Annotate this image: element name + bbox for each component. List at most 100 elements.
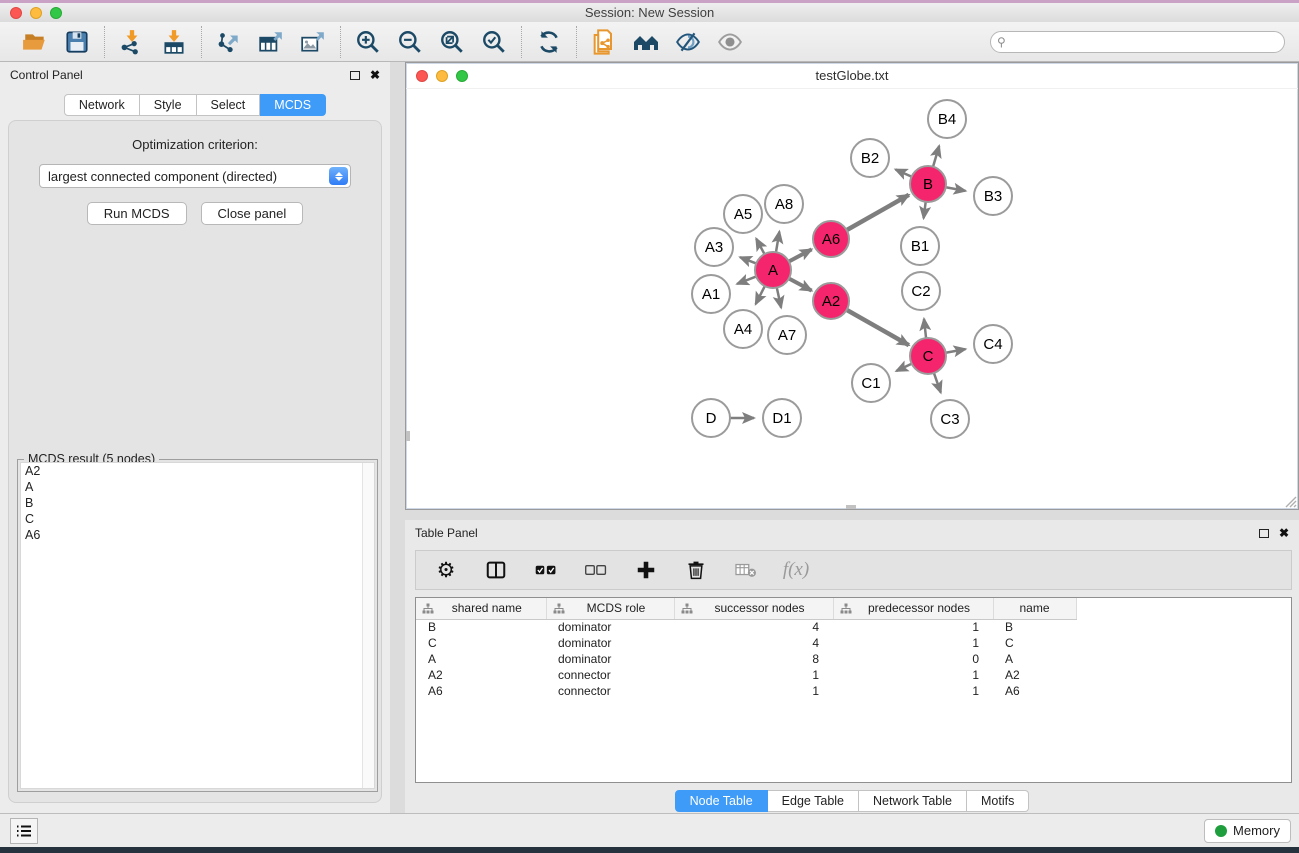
node-table[interactable]: shared nameMCDS rolesuccessor nodesprede… xyxy=(415,597,1292,783)
graph-node-C2[interactable]: C2 xyxy=(902,272,940,310)
hide-panel-handle[interactable] xyxy=(406,431,410,441)
graph-node-C1[interactable]: C1 xyxy=(852,364,890,402)
table-cell: dominator xyxy=(546,651,674,667)
deselect-all-checkboxes-icon[interactable] xyxy=(584,558,608,582)
tab-node-table[interactable]: Node Table xyxy=(675,790,768,812)
zoom-in-icon[interactable] xyxy=(354,28,382,56)
export-table-icon[interactable] xyxy=(257,28,285,56)
table-row[interactable]: Cdominator41C xyxy=(416,635,1291,651)
graph-node-C4[interactable]: C4 xyxy=(974,325,1012,363)
graph-node-C[interactable]: C xyxy=(910,338,946,374)
ndex-home-icon[interactable] xyxy=(632,28,660,56)
run-mcds-button[interactable]: Run MCDS xyxy=(87,202,187,225)
svg-text:D1: D1 xyxy=(772,410,791,427)
zoom-fit-icon[interactable] xyxy=(438,28,466,56)
close-panel-icon[interactable]: ✖ xyxy=(370,69,380,81)
criterion-dropdown[interactable]: largest connected component (directed) xyxy=(39,164,351,188)
hide-panel-handle[interactable] xyxy=(846,505,856,509)
column-view-icon[interactable] xyxy=(484,558,508,582)
table-row[interactable]: Bdominator41B xyxy=(416,619,1291,635)
memory-button[interactable]: Memory xyxy=(1204,819,1291,843)
import-network-icon[interactable] xyxy=(118,28,146,56)
column-header-predecessor-nodes[interactable]: predecessor nodes xyxy=(833,598,993,619)
toggle-graphics-details-icon[interactable] xyxy=(674,28,702,56)
graph-node-A5[interactable]: A5 xyxy=(724,195,762,233)
column-header-MCDS-role[interactable]: MCDS role xyxy=(546,598,674,619)
svg-text:A2: A2 xyxy=(822,293,840,310)
control-panel-header: Control Panel ✖ xyxy=(0,62,390,88)
graph-node-A4[interactable]: A4 xyxy=(724,310,762,348)
column-header-name[interactable]: name xyxy=(993,598,1076,619)
graph-node-A6[interactable]: A6 xyxy=(813,221,849,257)
list-item[interactable]: C xyxy=(21,511,374,527)
search-input[interactable] xyxy=(990,31,1285,53)
graph-node-D[interactable]: D xyxy=(692,399,730,437)
zoom-selected-icon[interactable] xyxy=(480,28,508,56)
tab-network-table[interactable]: Network Table xyxy=(859,790,967,812)
column-header-shared-name[interactable]: shared name xyxy=(416,598,546,619)
tab-edge-table[interactable]: Edge Table xyxy=(768,790,859,812)
dropdown-stepper-icon xyxy=(329,167,348,185)
table-cell: 0 xyxy=(833,651,993,667)
svg-text:B4: B4 xyxy=(938,111,956,128)
table-row[interactable]: Adominator80A xyxy=(416,651,1291,667)
table-cell: connector xyxy=(546,667,674,683)
graph-node-B3[interactable]: B3 xyxy=(974,177,1012,215)
add-column-icon[interactable] xyxy=(634,558,658,582)
tab-mcds[interactable]: MCDS xyxy=(260,94,326,116)
network-window-title: testGlobe.txt xyxy=(406,68,1298,83)
table-row[interactable]: A6connector11A6 xyxy=(416,683,1291,699)
graph-node-A3[interactable]: A3 xyxy=(695,228,733,266)
resize-grip-icon[interactable] xyxy=(1283,494,1297,508)
scrollbar-track[interactable] xyxy=(362,463,374,788)
tab-style[interactable]: Style xyxy=(140,94,197,116)
svg-text:A6: A6 xyxy=(822,231,840,248)
list-item[interactable]: A xyxy=(21,479,374,495)
graph-node-A1[interactable]: A1 xyxy=(692,275,730,313)
table-row[interactable]: A2connector11A2 xyxy=(416,667,1291,683)
table-cell: A xyxy=(416,651,546,667)
graph-node-A[interactable]: A xyxy=(755,252,791,288)
tab-motifs[interactable]: Motifs xyxy=(967,790,1029,812)
list-item[interactable]: A2 xyxy=(21,463,374,479)
table-cell xyxy=(1076,651,1291,667)
graph-node-B1[interactable]: B1 xyxy=(901,227,939,265)
table-cell xyxy=(1076,683,1291,699)
graph-node-B4[interactable]: B4 xyxy=(928,100,966,138)
open-file-icon[interactable] xyxy=(21,28,49,56)
import-table-icon[interactable] xyxy=(160,28,188,56)
network-canvas[interactable]: A A1 A2 A3 A4 A5 A6 A7 A8 B B1 B2 B3 B4 C C1 C2 C3C4 D D1 xyxy=(406,89,1298,509)
graph-node-B2[interactable]: B2 xyxy=(851,139,889,177)
save-session-icon[interactable] xyxy=(63,28,91,56)
refresh-layout-icon[interactable] xyxy=(535,28,563,56)
settings-gear-icon[interactable]: ⚙ xyxy=(434,558,458,582)
column-header-successor-nodes[interactable]: successor nodes xyxy=(674,598,833,619)
network-view-window: testGlobe.txt A A1 A2 A3 A4 A5 A6 A7 A8 B B1 B2 B3 B4… xyxy=(405,62,1299,510)
select-all-checkboxes-icon[interactable] xyxy=(534,558,558,582)
graph-node-A2[interactable]: A2 xyxy=(813,283,849,319)
close-panel-button[interactable]: Close panel xyxy=(201,202,304,225)
float-panel-icon[interactable] xyxy=(1259,529,1269,538)
svg-text:A3: A3 xyxy=(705,239,723,256)
network-clipboard-icon[interactable] xyxy=(590,28,618,56)
list-item[interactable]: A6 xyxy=(21,527,374,543)
tab-select[interactable]: Select xyxy=(197,94,261,116)
tab-network[interactable]: Network xyxy=(64,94,140,116)
table-cell: A6 xyxy=(416,683,546,699)
export-image-icon[interactable] xyxy=(299,28,327,56)
graph-node-B[interactable]: B xyxy=(910,166,946,202)
zoom-out-icon[interactable] xyxy=(396,28,424,56)
delete-column-icon[interactable] xyxy=(684,558,708,582)
graph-node-C3[interactable]: C3 xyxy=(931,400,969,438)
eye-disabled-icon[interactable] xyxy=(716,28,744,56)
graph-node-D1[interactable]: D1 xyxy=(763,399,801,437)
app-titlebar: Session: New Session xyxy=(0,3,1299,22)
graph-node-A8[interactable]: A8 xyxy=(765,185,803,223)
table-cell: 1 xyxy=(674,667,833,683)
graph-node-A7[interactable]: A7 xyxy=(768,316,806,354)
float-panel-icon[interactable] xyxy=(350,71,360,80)
list-item[interactable]: B xyxy=(21,495,374,511)
close-panel-icon[interactable]: ✖ xyxy=(1279,527,1289,539)
export-network-icon[interactable] xyxy=(215,28,243,56)
task-history-button[interactable] xyxy=(10,818,38,844)
